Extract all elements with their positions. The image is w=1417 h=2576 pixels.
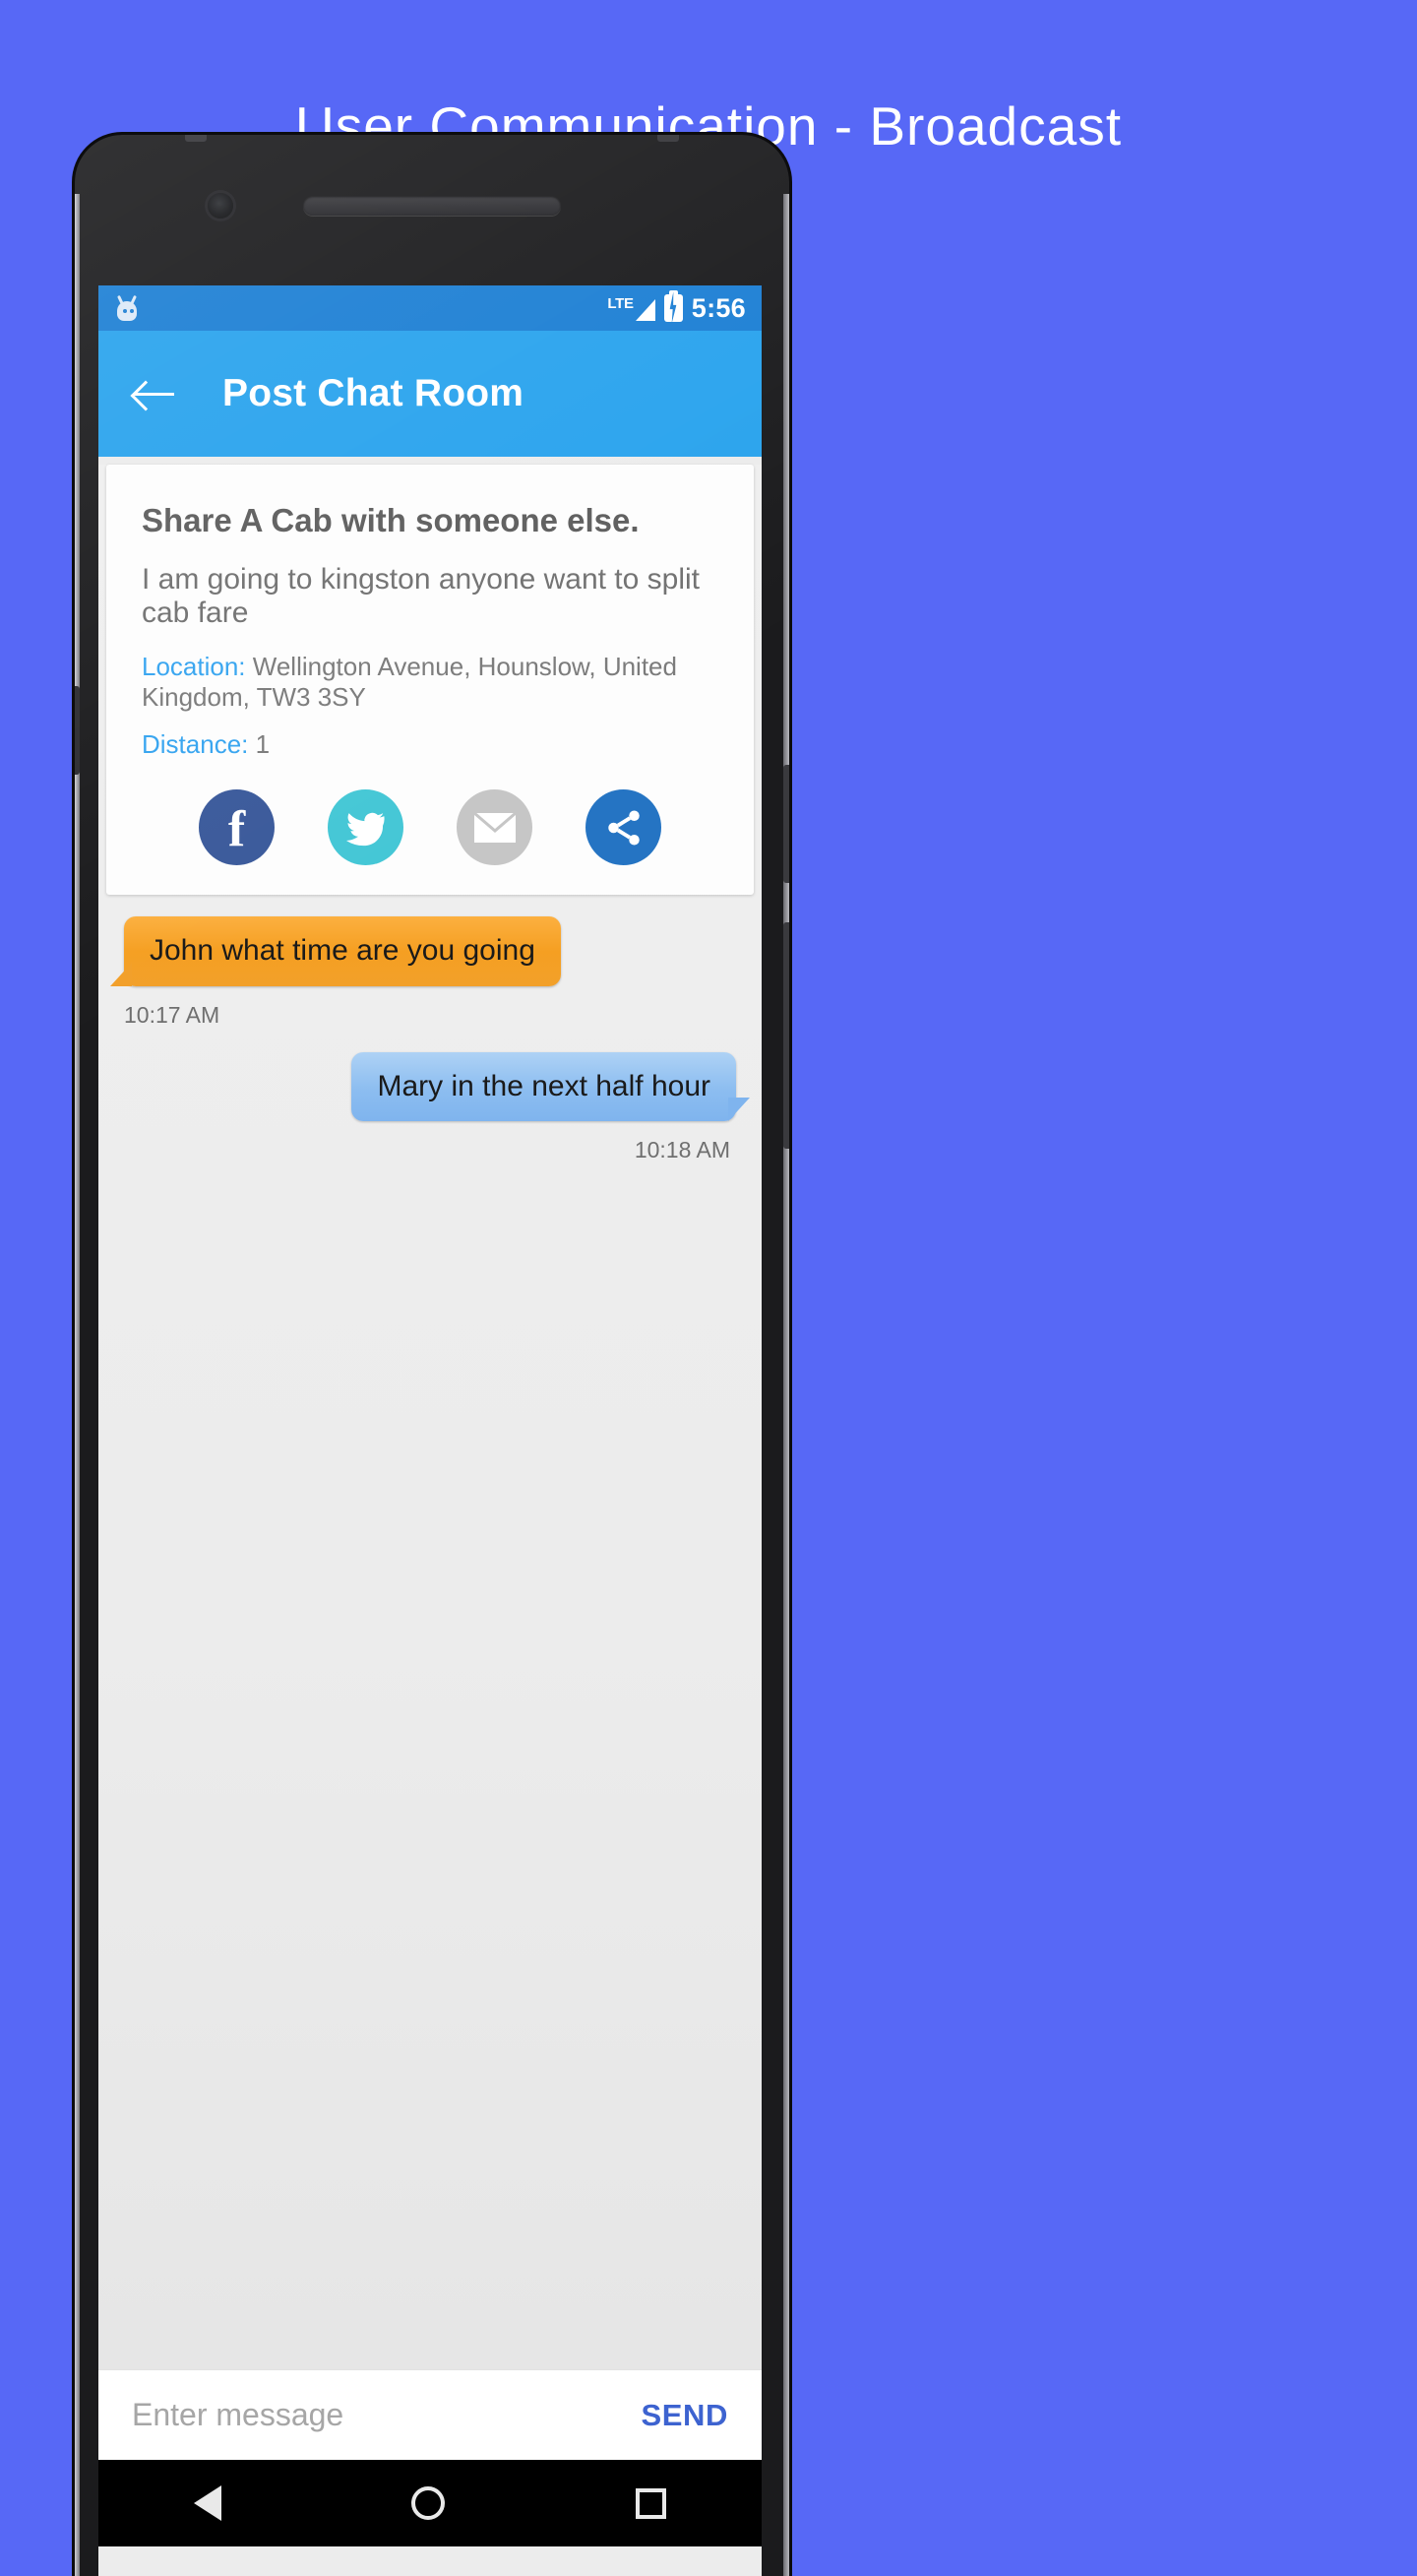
triangle-back-icon[interactable] — [193, 2485, 221, 2521]
facebook-share-button[interactable]: f — [199, 789, 275, 865]
network-indicator: LTE — [607, 294, 655, 321]
post-location-row: Location: Wellington Avenue, Hounslow, U… — [142, 652, 718, 713]
phone-bezel-right — [783, 194, 789, 2576]
status-bar-clock: 5:56 — [691, 292, 746, 323]
distance-label: Distance: — [142, 729, 249, 759]
network-label: LTE — [607, 294, 634, 312]
android-nav-bar — [98, 2460, 762, 2546]
share-button-row: f — [142, 789, 718, 865]
message-bubble[interactable]: Mary in the next half hour — [351, 1051, 750, 1121]
phone-bezel-left — [75, 194, 80, 2576]
location-label: Location: — [142, 652, 246, 681]
message-row-right: Mary in the next half hour — [98, 1029, 762, 1121]
share-icon — [607, 810, 640, 845]
status-bar-right: LTE 5:56 — [607, 290, 746, 324]
email-icon — [472, 811, 517, 843]
message-composer: SEND — [98, 2369, 762, 2460]
square-recents-icon[interactable] — [636, 2487, 667, 2519]
left-side-button[interactable] — [75, 686, 80, 775]
phone-mockup: LTE 5:56 Post Chat Room Share A Cab with… — [75, 135, 789, 2576]
front-camera — [208, 193, 233, 219]
chat-area: Share A Cab with someone else. I am goin… — [98, 465, 762, 2369]
email-share-button[interactable] — [457, 789, 532, 865]
phone-top-tab-left — [185, 135, 207, 142]
signal-bars-icon — [635, 298, 655, 321]
twitter-share-button[interactable] — [328, 789, 403, 865]
facebook-icon: f — [227, 800, 246, 857]
send-button[interactable]: SEND — [641, 2398, 728, 2433]
android-robot-icon — [114, 293, 140, 323]
status-bar: LTE 5:56 — [98, 285, 762, 331]
message-timestamp: 10:17 AM — [124, 1001, 220, 1028]
post-title: Share A Cab with someone else. — [142, 502, 640, 538]
message-row-left: John what time are you going — [98, 895, 762, 986]
app-bar: Post Chat Room — [98, 331, 762, 457]
post-description: I am going to kingston anyone want to sp… — [142, 563, 701, 629]
phone-top-tab-right — [657, 135, 679, 142]
power-button[interactable] — [783, 765, 789, 883]
post-distance-row: Distance: 1 — [142, 729, 718, 760]
app-bar-title: Post Chat Room — [222, 372, 524, 414]
arrow-left-icon[interactable] — [130, 368, 181, 419]
share-link-button[interactable] — [585, 789, 661, 865]
message-timestamp: 10:18 AM — [634, 1137, 730, 1162]
distance-value: 1 — [255, 729, 271, 759]
volume-button[interactable] — [783, 922, 789, 1149]
earpiece-speaker — [303, 196, 561, 216]
twitter-icon — [345, 812, 385, 846]
phone-screen: LTE 5:56 Post Chat Room Share A Cab with… — [98, 285, 762, 2576]
message-bubble[interactable]: John what time are you going — [110, 916, 561, 986]
message-input[interactable] — [132, 2397, 642, 2433]
post-card[interactable]: Share A Cab with someone else. I am goin… — [106, 465, 754, 895]
circle-home-icon[interactable] — [411, 2486, 446, 2520]
battery-charging-icon — [663, 290, 683, 322]
